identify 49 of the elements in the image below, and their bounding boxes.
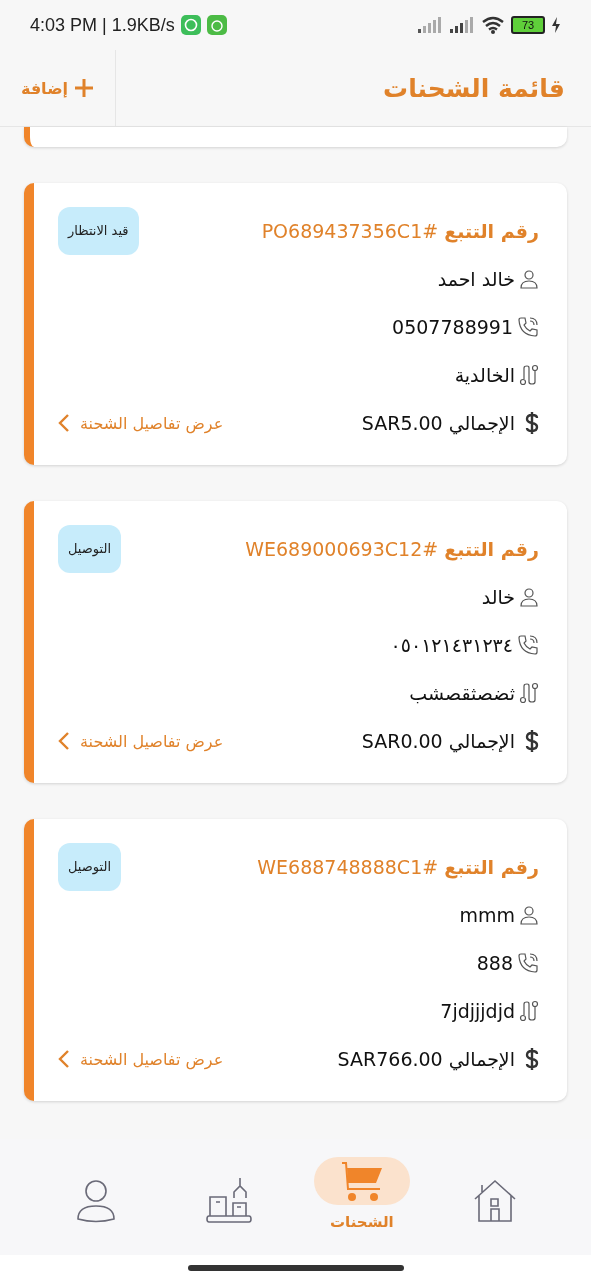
person-icon xyxy=(519,587,539,607)
signal-icon xyxy=(417,17,443,33)
dollar-icon xyxy=(525,1048,539,1070)
phone-icon xyxy=(517,316,539,338)
signal-icon xyxy=(449,17,475,33)
wifi-icon xyxy=(481,16,505,34)
person-icon xyxy=(519,905,539,925)
cart-icon xyxy=(339,1159,384,1203)
chat-app-icon xyxy=(180,15,201,35)
status-badge: التوصيل xyxy=(58,525,122,573)
phone-icon xyxy=(517,952,539,974)
customer-name: mmm xyxy=(459,904,515,926)
total-amount: الإجمالي SAR5.00 xyxy=(361,412,515,434)
route-icon xyxy=(519,1000,539,1022)
charging-icon xyxy=(551,17,561,33)
dollar-icon xyxy=(525,730,539,752)
boxes-icon xyxy=(206,1178,253,1224)
phone-number: 0507788991 xyxy=(392,316,513,338)
shipment-details-link[interactable]: عرض تفاصيل الشحنة xyxy=(58,731,224,751)
dollar-icon xyxy=(525,412,539,434)
battery-indicator: 73 xyxy=(511,16,545,34)
shipment-details-link[interactable]: عرض تفاصيل الشحنة xyxy=(58,413,224,433)
phone-number: ٠٥٠١٢١٤٣١٢٣٤ xyxy=(390,634,513,656)
app-notification-icon xyxy=(206,15,227,35)
shipment-details-link[interactable]: عرض تفاصيل الشحنة xyxy=(58,1049,224,1069)
total-amount: الإجمالي SAR0.00 xyxy=(361,730,515,752)
phone-number: 888 xyxy=(476,952,513,974)
route-icon xyxy=(519,364,539,386)
page-title: قائمة الشحنات xyxy=(383,73,565,103)
status-badge: التوصيل xyxy=(58,843,122,891)
chevron-left-icon xyxy=(58,731,70,751)
chevron-left-icon xyxy=(58,1049,70,1069)
chevron-left-icon xyxy=(58,413,70,433)
route-icon xyxy=(519,682,539,704)
house-icon xyxy=(472,1179,517,1223)
customer-name: خالد xyxy=(481,586,515,608)
address: 7jdjjjdjd xyxy=(440,1000,515,1022)
add-button[interactable]: إضافة xyxy=(0,49,116,127)
address: ثضصثقصشب xyxy=(409,682,515,704)
plus-icon xyxy=(74,78,95,98)
phone-icon xyxy=(517,634,539,656)
address: الخالدية xyxy=(454,364,515,386)
person-icon xyxy=(519,269,539,289)
status-time: 4:03 PM | 1.9KB/s xyxy=(30,14,175,36)
status-badge: قيد الانتظار xyxy=(58,207,139,255)
total-amount: الإجمالي SAR766.00 xyxy=(337,1048,515,1070)
customer-name: خالد احمد xyxy=(437,268,515,290)
person-icon xyxy=(76,1179,117,1223)
nav-tab[interactable]: الشحنات xyxy=(306,1139,417,1231)
